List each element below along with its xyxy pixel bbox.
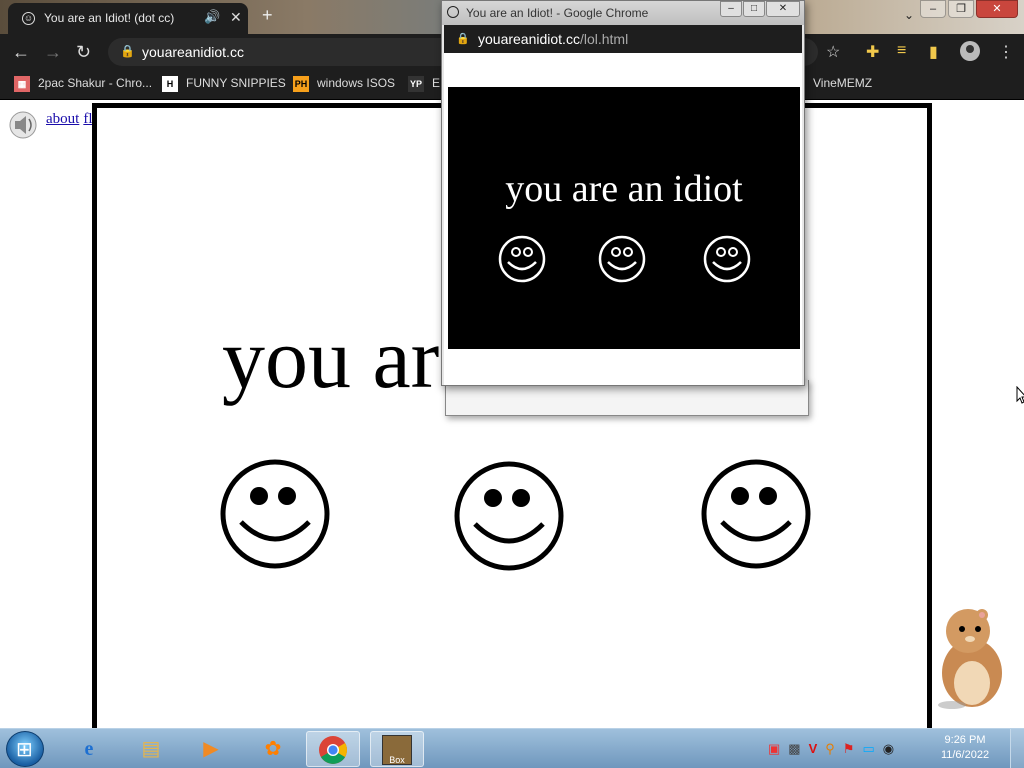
lock-icon[interactable]: 🔒 — [456, 32, 470, 45]
new-tab-button[interactable]: + — [262, 5, 273, 26]
bookmark-item[interactable]: H FUNNY SNIPPIES — [162, 76, 286, 92]
yp-icon: YP — [408, 76, 424, 92]
uc-browser-icon[interactable]: ✿ — [246, 731, 300, 767]
clock-time: 9:26 PM — [944, 734, 986, 746]
popup-url-host: youareanidiot.cc — [478, 31, 580, 47]
h-icon: H — [162, 76, 178, 92]
clock-date: 11/6/2022 — [940, 749, 990, 761]
bookmark-item[interactable]: YP E — [408, 76, 440, 92]
explorer-icon[interactable]: ▤ — [124, 731, 178, 767]
popup-url-path: /lol.html — [579, 31, 629, 47]
audio-playing-icon[interactable]: 🔊 — [204, 9, 220, 25]
media-player-icon[interactable]: ▶ — [184, 731, 238, 767]
popup-title: You are an Idiot! - Google Chrome — [466, 6, 649, 20]
extensions-puzzle-icon[interactable]: ✚ — [866, 42, 879, 62]
profile-avatar[interactable] — [960, 41, 980, 61]
browser-tab[interactable]: ☺ You are an Idiot! (dot cc) 🔊 ✕ — [8, 3, 248, 34]
tray-app-icon[interactable]: ▩ — [788, 741, 800, 757]
ie-icon[interactable]: e — [62, 731, 116, 767]
bookmark-star-icon[interactable]: ☆ — [826, 42, 840, 62]
close-window-button[interactable]: ✕ — [976, 0, 1018, 18]
popup-maximize-button[interactable]: □ — [743, 1, 765, 17]
popup-close-button[interactable]: ✕ — [766, 1, 800, 17]
smiley-face-icon — [454, 461, 564, 571]
address-url[interactable]: youareanidiot.cc — [142, 44, 244, 60]
popup-titlebar[interactable]: You are an Idiot! - Google Chrome – □ ✕ — [442, 1, 804, 25]
media-queue-icon[interactable]: ≡ — [897, 42, 906, 60]
bookmark-icon: ▦ — [14, 76, 30, 92]
tray-app-icon[interactable]: V — [809, 741, 818, 757]
bookmark-item[interactable]: ▦ 2pac Shakur - Chro... — [14, 76, 152, 92]
window-controls: – ❐ ✕ — [920, 0, 1018, 20]
about-link[interactable]: about — [46, 111, 79, 127]
popup-address-bar[interactable]: 🔒 youareanidiot.cc/lol.html — [444, 25, 802, 53]
windows-taskbar: e ▤ ▶ ✿ Box ▣ ▩ V ⚲ ⚑ ▭ ◉ 9:26 PM 11/6/2… — [0, 728, 1024, 768]
smiley-face-icon — [701, 459, 811, 569]
speaker-icon[interactable] — [8, 109, 38, 139]
smiley-favicon-icon — [447, 6, 459, 18]
hamster-icon[interactable] — [922, 601, 1014, 711]
popup-window-controls: – □ ✕ — [720, 1, 800, 17]
smiley-face-icon — [498, 235, 546, 283]
popup-window: You are an Idiot! - Google Chrome – □ ✕ … — [441, 0, 805, 386]
clock[interactable]: 9:26 PM 11/6/2022 — [930, 733, 1000, 763]
kebab-menu-icon[interactable]: ⋮ — [998, 42, 1014, 62]
popup-minimize-button[interactable]: – — [720, 1, 742, 17]
bookmark-item[interactable]: PH windows ISOS — [293, 76, 395, 92]
back-arrow-icon[interactable]: ← — [12, 42, 30, 63]
tab-title: You are an Idiot! (dot cc) — [44, 11, 175, 25]
popup-headline: you are an idiot — [505, 168, 743, 210]
bookmark-item[interactable]: VineMEMZ — [797, 76, 872, 92]
side-panel-icon[interactable]: ▮ — [929, 42, 938, 62]
start-button[interactable] — [6, 731, 44, 767]
tab-close-icon[interactable]: ✕ — [230, 9, 242, 26]
system-tray: ▣ ▩ V ⚲ ⚑ ▭ ◉ — [768, 741, 894, 757]
forward-arrow-icon[interactable]: → — [44, 42, 62, 63]
desktop-screen: ☺ You are an Idiot! (dot cc) 🔊 ✕ + ⌄ – ❐… — [0, 0, 1024, 768]
tray-search-icon[interactable]: ⚲ — [825, 741, 835, 757]
show-desktop-button[interactable] — [1010, 729, 1024, 768]
minimize-button[interactable]: – — [920, 0, 946, 18]
smiley-face-icon — [703, 235, 751, 283]
smiley-face-icon — [598, 235, 646, 283]
bonzi-box-icon[interactable]: Box — [370, 731, 424, 767]
tray-app-icon[interactable]: ▣ — [768, 741, 780, 757]
ph-icon: PH — [293, 76, 309, 92]
headline-text: you ar — [222, 310, 440, 406]
smiley-favicon-icon: ☺ — [22, 12, 35, 25]
volume-icon[interactable]: ◉ — [883, 741, 894, 757]
maximize-button[interactable]: ❐ — [948, 0, 974, 18]
lock-icon[interactable]: 🔒 — [120, 44, 135, 58]
tab-search-chevron-icon[interactable]: ⌄ — [904, 8, 914, 22]
reload-icon[interactable]: ↻ — [76, 42, 91, 63]
popup-black-panel: you are an idiot — [448, 87, 800, 349]
chrome-icon[interactable] — [306, 731, 360, 767]
action-center-flag-icon[interactable]: ⚑ — [843, 741, 855, 757]
chrome-logo-icon — [319, 736, 347, 764]
mouse-cursor-icon — [1016, 386, 1024, 404]
smiley-face-icon — [220, 459, 330, 569]
network-icon[interactable]: ▭ — [862, 741, 874, 757]
popup-body: you are an idiot — [444, 53, 802, 385]
